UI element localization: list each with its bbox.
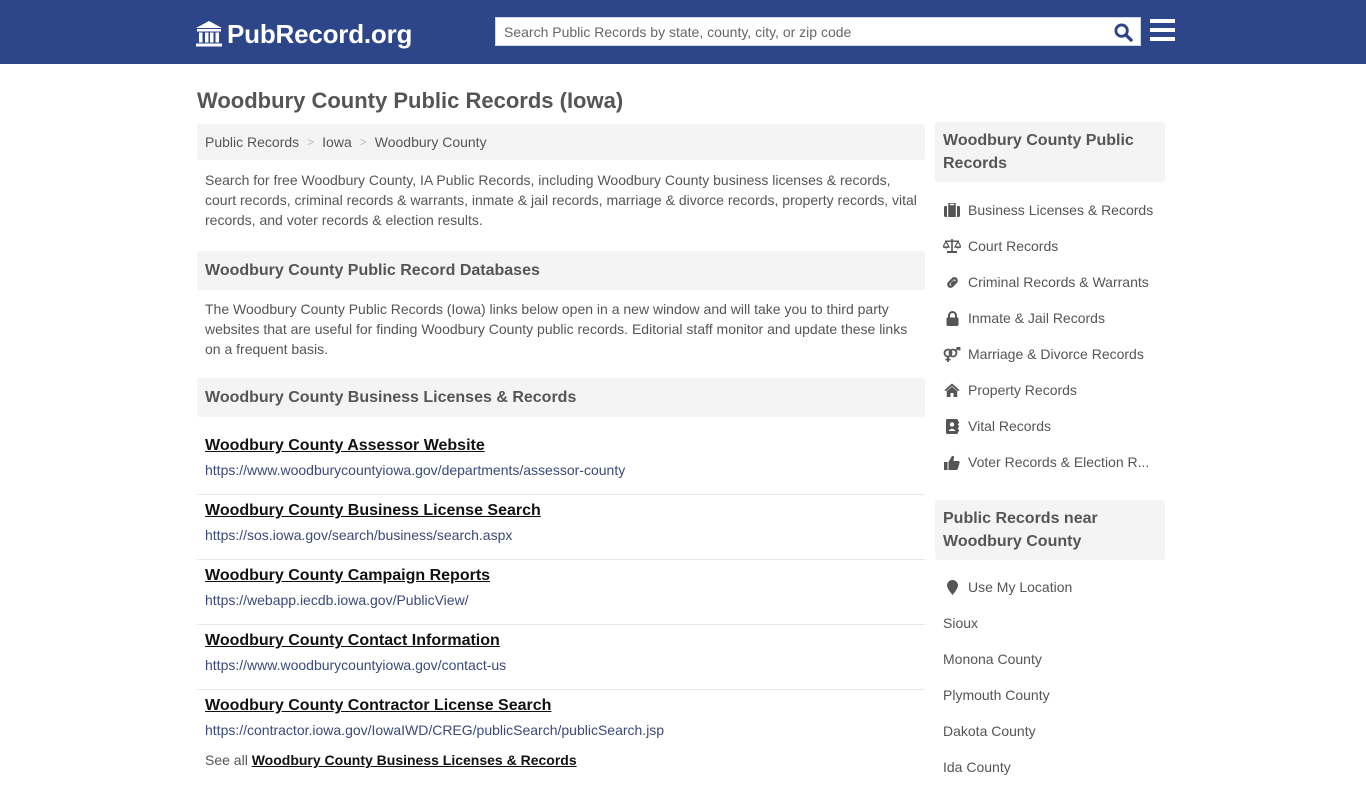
- business-link-list: Woodbury County Assessor Website https:/…: [197, 430, 925, 755]
- record-link-url: https://contractor.iowa.gov/IowaIWD/CREG…: [205, 722, 665, 738]
- record-link-url: https://webapp.iecdb.iowa.gov/PublicView…: [205, 592, 469, 608]
- map-marker-icon: [943, 579, 961, 595]
- sidebar-item-label: Court Records: [968, 238, 1059, 254]
- courthouse-icon: [195, 20, 223, 48]
- sidebar-item-business-licenses[interactable]: Business Licenses & Records: [943, 192, 1165, 228]
- record-link-title[interactable]: Woodbury County Contact Information: [205, 631, 925, 651]
- sidebar-item-label: Inmate & Jail Records: [968, 310, 1105, 326]
- record-link-title[interactable]: Woodbury County Business License Search: [205, 501, 925, 521]
- breadcrumb-separator: >: [359, 135, 367, 149]
- sidebar-item-marriage-records[interactable]: Marriage & Divorce Records: [943, 336, 1165, 372]
- site-logo[interactable]: PubRecord.org: [195, 18, 412, 50]
- use-my-location-button[interactable]: Use My Location: [943, 569, 1165, 605]
- search-input[interactable]: [496, 18, 1106, 45]
- nearby-county-link[interactable]: Sioux: [943, 605, 1165, 641]
- sidebar-nearby-heading: Public Records near Woodbury County: [935, 500, 1165, 560]
- briefcase-icon: [943, 202, 961, 218]
- balance-scale-icon: [943, 238, 961, 254]
- breadcrumb: Public Records > Iowa > Woodbury County: [197, 124, 925, 160]
- sidebar-item-inmate-records[interactable]: Inmate & Jail Records: [943, 300, 1165, 336]
- venus-mars-icon: [943, 346, 961, 362]
- sidebar-item-property-records[interactable]: Property Records: [943, 372, 1165, 408]
- list-item: Woodbury County Campaign Reports https:/…: [197, 560, 925, 625]
- list-item: Woodbury County Business License Search …: [197, 495, 925, 560]
- record-link-title[interactable]: Woodbury County Campaign Reports: [205, 566, 925, 586]
- top-navigation-bar: PubRecord.org: [0, 0, 1366, 64]
- home-icon: [943, 382, 961, 398]
- sidebar-nearby-list: Use My Location Sioux Monona County Plym…: [943, 569, 1165, 785]
- sidebar-item-label: Property Records: [968, 382, 1077, 398]
- use-my-location-label: Use My Location: [968, 579, 1073, 595]
- see-all-prefix: See all: [205, 752, 248, 768]
- sidebar-item-court-records[interactable]: Court Records: [943, 228, 1165, 264]
- sidebar-records-list: Business Licenses & Records Court Record…: [943, 192, 1165, 480]
- search-box: [495, 17, 1141, 46]
- nearby-county-link[interactable]: Ida County: [943, 749, 1165, 785]
- nearby-county-link[interactable]: Dakota County: [943, 713, 1165, 749]
- list-item: Woodbury County Assessor Website https:/…: [197, 430, 925, 495]
- sidebar-item-label: Marriage & Divorce Records: [968, 346, 1144, 362]
- sidebar-item-label: Criminal Records & Warrants: [968, 274, 1149, 290]
- record-link-title[interactable]: Woodbury County Contractor License Searc…: [205, 696, 925, 716]
- list-item: Woodbury County Contact Information http…: [197, 625, 925, 690]
- breadcrumb-iowa[interactable]: Iowa: [322, 134, 352, 150]
- address-book-icon: [943, 418, 961, 434]
- hamburger-menu-button[interactable]: [1150, 19, 1175, 43]
- breadcrumb-current: Woodbury County: [374, 134, 487, 150]
- intro-text: Search for free Woodbury County, IA Publ…: [205, 172, 917, 228]
- search-button[interactable]: [1112, 21, 1134, 43]
- thumbs-up-icon: [943, 454, 961, 470]
- sidebar-item-label: Voter Records & Election R...: [968, 454, 1150, 470]
- sidebar-item-vital-records[interactable]: Vital Records: [943, 408, 1165, 444]
- record-link-url: https://www.woodburycountyiowa.gov/conta…: [205, 657, 507, 673]
- list-item: Woodbury County Contractor License Searc…: [197, 690, 925, 755]
- logo-text: PubRecord.org: [227, 18, 413, 49]
- record-link-title[interactable]: Woodbury County Assessor Website: [205, 436, 925, 456]
- link-icon: [943, 274, 961, 290]
- menu-bar: [1150, 19, 1175, 23]
- search-icon: [1113, 22, 1133, 42]
- sidebar-item-voter-records[interactable]: Voter Records & Election R...: [943, 444, 1165, 480]
- record-link-url: https://sos.iowa.gov/search/business/sea…: [205, 527, 513, 543]
- menu-bar: [1150, 28, 1175, 32]
- nearby-county-link[interactable]: Plymouth County: [943, 677, 1165, 713]
- breadcrumb-separator: >: [307, 135, 315, 149]
- sidebar-item-criminal-records[interactable]: Criminal Records & Warrants: [943, 264, 1165, 300]
- nearby-county-link[interactable]: Monona County: [943, 641, 1165, 677]
- page-title: Woodbury County Public Records (Iowa): [197, 88, 624, 113]
- sidebar-item-label: Business Licenses & Records: [968, 202, 1154, 218]
- breadcrumb-public-records[interactable]: Public Records: [205, 134, 299, 150]
- record-link-url: https://www.woodburycountyiowa.gov/depar…: [205, 462, 626, 478]
- see-all-row: See all Woodbury County Business License…: [205, 752, 577, 768]
- sidebar-item-label: Vital Records: [968, 418, 1052, 434]
- menu-bar: [1150, 37, 1175, 41]
- see-all-link[interactable]: Woodbury County Business Licenses & Reco…: [252, 752, 577, 768]
- business-section-heading: Woodbury County Business Licenses & Reco…: [197, 378, 925, 417]
- databases-description: The Woodbury County Public Records (Iowa…: [205, 301, 908, 357]
- databases-heading: Woodbury County Public Record Databases: [197, 251, 925, 290]
- sidebar-records-heading: Woodbury County Public Records: [935, 122, 1165, 182]
- lock-icon: [943, 310, 961, 326]
